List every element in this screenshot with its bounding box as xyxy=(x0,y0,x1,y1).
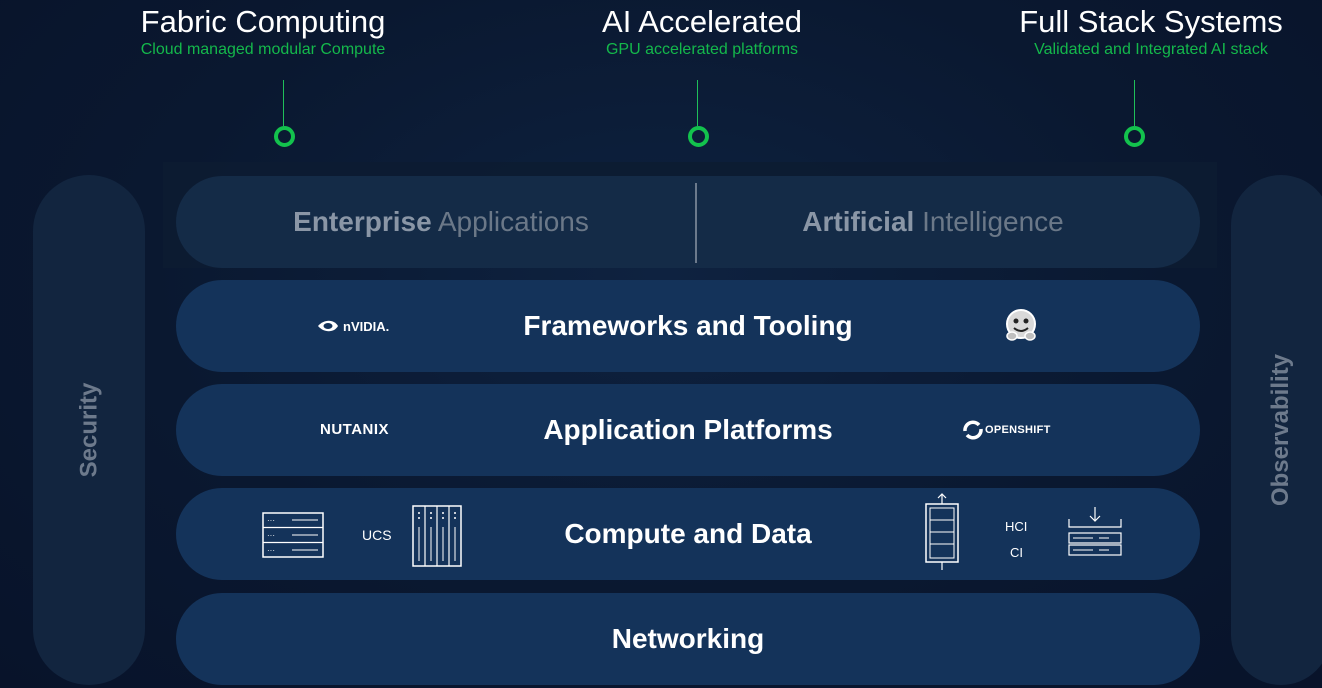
observability-label: Observability xyxy=(1267,353,1294,507)
openshift-logo: OPENSHIFT xyxy=(962,419,1051,441)
svg-text:···: ··· xyxy=(267,546,275,555)
layer-frameworks-tooling: nVIDIA. Frameworks and Tooling xyxy=(176,280,1200,372)
nutanix-logo: NUTANIX xyxy=(320,421,390,438)
ucs-label: UCS xyxy=(362,527,392,543)
storage-array-icon xyxy=(1067,505,1123,559)
callout-stem xyxy=(697,80,698,126)
rack-server-icon: ··· ··· ··· xyxy=(262,512,324,558)
callout-ai-accelerated: AI Accelerated GPU accelerated platforms xyxy=(532,4,872,60)
hugging-face-icon xyxy=(1004,307,1038,343)
nvidia-logo-icon: nVIDIA. xyxy=(316,318,410,334)
svg-text:nVIDIA.: nVIDIA. xyxy=(343,319,389,334)
callout-stem xyxy=(1134,80,1135,126)
openshift-icon xyxy=(963,420,983,440)
hci-label: HCI xyxy=(1005,519,1028,534)
layer-compute-data: ··· ··· ··· UCS Compute and Data HCI CI xyxy=(176,488,1200,580)
callout-fabric-computing: Fabric Computing Cloud managed modular C… xyxy=(93,4,433,60)
callout-subtitle: Cloud managed modular Compute xyxy=(140,41,386,58)
security-pillar: Security xyxy=(33,175,145,685)
svg-text:···: ··· xyxy=(267,516,275,525)
svg-text:···: ··· xyxy=(267,531,275,540)
layer-networking: Networking xyxy=(176,593,1200,685)
hci-node-icon xyxy=(924,492,960,572)
enterprise-applications-label: Enterprise Applications xyxy=(293,176,589,268)
callout-subtitle: Validated and Integrated AI stack xyxy=(1034,41,1268,58)
callout-title: AI Accelerated xyxy=(602,4,802,39)
applications-word: Applications xyxy=(437,206,589,237)
layer-title: Networking xyxy=(611,623,765,654)
layer-application-platforms: NUTANIX Application Platforms OPENSHIFT xyxy=(176,384,1200,476)
security-label: Security xyxy=(75,382,102,478)
layer-applications: Enterprise Applications Artificial Intel… xyxy=(176,176,1200,268)
openshift-label: OPENSHIFT xyxy=(985,424,1051,436)
callout-title: Fabric Computing xyxy=(140,4,386,39)
callout-marker-icon xyxy=(1124,126,1145,147)
layer-divider xyxy=(695,183,697,263)
callout-subtitle: GPU accelerated platforms xyxy=(605,41,799,58)
artificial-intelligence-label: Artificial Intelligence xyxy=(802,176,1063,268)
artificial-word: Artificial xyxy=(802,206,915,237)
callout-full-stack-systems: Full Stack Systems Validated and Integra… xyxy=(980,4,1322,60)
enterprise-word: Enterprise xyxy=(293,206,432,237)
layer-title: Frameworks and Tooling xyxy=(523,310,853,341)
blade-chassis-icon xyxy=(412,505,462,567)
callout-stem xyxy=(283,80,284,126)
callout-marker-icon xyxy=(274,126,295,147)
layer-title: Compute and Data xyxy=(564,518,812,549)
ci-label: CI xyxy=(1010,545,1023,560)
callout-title: Full Stack Systems xyxy=(1019,4,1283,39)
observability-pillar: Observability xyxy=(1231,175,1322,685)
callout-marker-icon xyxy=(688,126,709,147)
layer-title: Application Platforms xyxy=(543,414,833,445)
intelligence-word: Intelligence xyxy=(922,206,1064,237)
